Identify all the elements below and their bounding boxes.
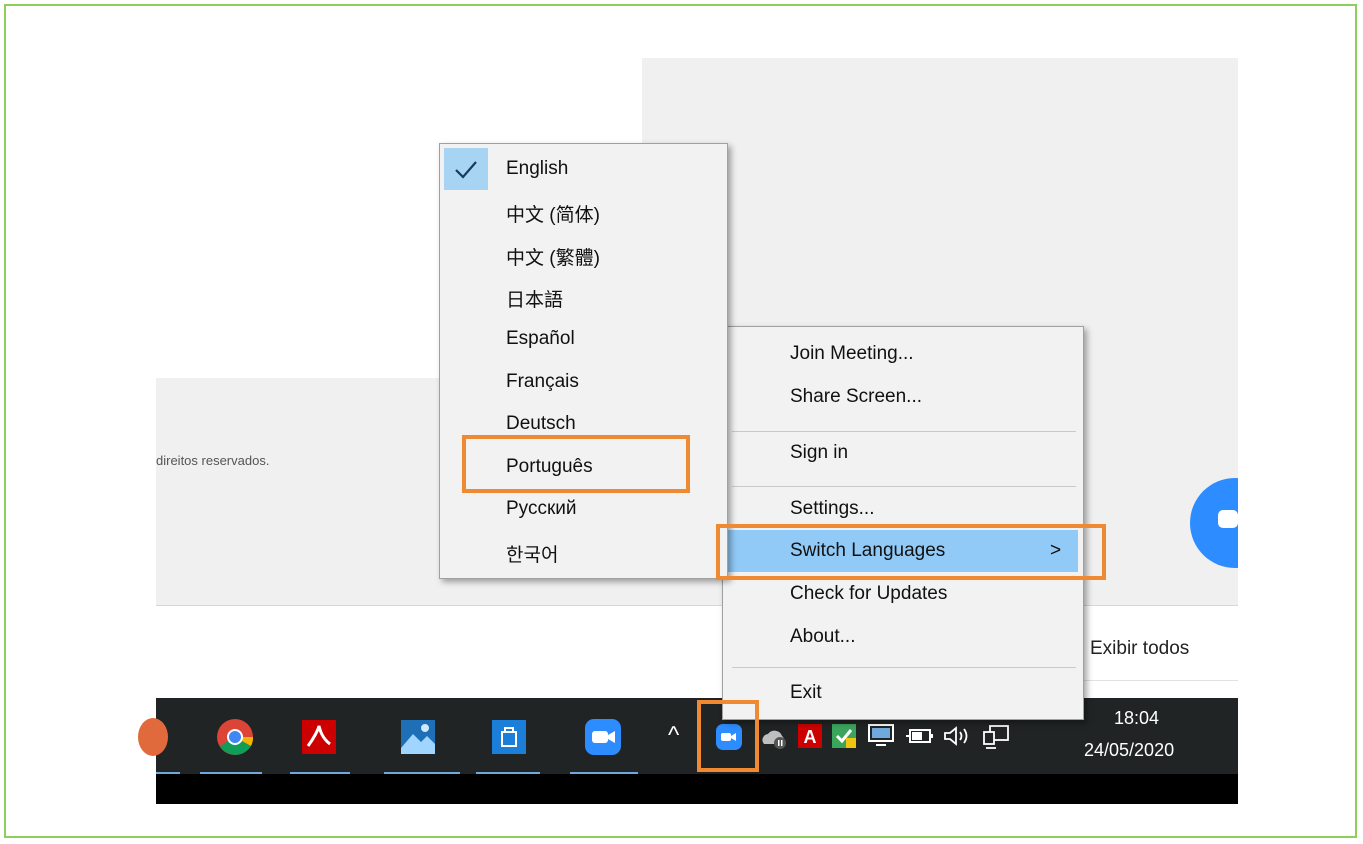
menu-item-share-screen[interactable]: Share Screen... <box>790 386 922 408</box>
menu-item-exit[interactable]: Exit <box>790 682 822 704</box>
menu-item-about[interactable]: About... <box>790 626 856 648</box>
language-item-english[interactable]: English <box>506 158 568 180</box>
menu-separator <box>732 431 1076 432</box>
language-item-korean[interactable]: 한국어 <box>506 540 558 567</box>
display-icon[interactable] <box>868 724 894 748</box>
taskbar-bottom-strip <box>156 774 1238 804</box>
copyright-text: direitos reservados. <box>156 453 270 468</box>
volume-icon[interactable] <box>942 724 970 748</box>
chrome-icon[interactable] <box>216 718 254 756</box>
clock-time[interactable]: 18:04 <box>1114 708 1159 729</box>
battery-icon[interactable] <box>906 726 934 746</box>
svg-text:A: A <box>804 727 817 747</box>
language-item-russian[interactable]: Русский <box>506 498 577 520</box>
checked-indicator <box>444 148 488 190</box>
language-item-japanese[interactable]: 日本語 <box>506 285 563 312</box>
chat-bubble-icon <box>1218 510 1238 528</box>
language-item-french[interactable]: Français <box>506 371 579 393</box>
acrobat-tray-icon[interactable]: A <box>798 724 822 748</box>
partial-app-icon[interactable] <box>138 718 168 756</box>
chat-bubble-button[interactable] <box>1190 470 1238 580</box>
menu-item-join-meeting[interactable]: Join Meeting... <box>790 343 914 365</box>
photos-icon[interactable] <box>399 718 437 756</box>
menu-item-settings[interactable]: Settings... <box>790 498 875 520</box>
highlight-box-zoom-tray <box>697 700 759 772</box>
network-icon[interactable] <box>982 724 1010 750</box>
menu-separator <box>732 667 1076 668</box>
menu-separator <box>732 486 1076 487</box>
show-all-link[interactable]: Exibir todos <box>1090 638 1189 660</box>
store-icon[interactable] <box>490 718 528 756</box>
acrobat-icon[interactable] <box>300 718 338 756</box>
show-hidden-icons-chevron[interactable]: ^ <box>668 722 679 750</box>
security-icon[interactable] <box>832 724 856 748</box>
menu-item-sign-in[interactable]: Sign in <box>790 442 848 464</box>
zoom-icon[interactable] <box>584 718 622 756</box>
language-item-chinese-traditional[interactable]: 中文 (繁體) <box>506 243 600 270</box>
menu-item-check-for-updates[interactable]: Check for Updates <box>790 583 947 605</box>
language-item-spanish[interactable]: Español <box>506 328 575 350</box>
language-item-german[interactable]: Deutsch <box>506 413 576 435</box>
clock-date[interactable]: 24/05/2020 <box>1084 740 1174 761</box>
language-item-chinese-simplified[interactable]: 中文 (简体) <box>506 200 600 227</box>
cloud-paused-icon[interactable] <box>760 726 788 750</box>
checkmark-icon <box>455 161 477 179</box>
highlight-box-portuguese <box>462 435 690 493</box>
divider <box>1080 680 1238 681</box>
highlight-box-switch-languages <box>716 524 1106 580</box>
